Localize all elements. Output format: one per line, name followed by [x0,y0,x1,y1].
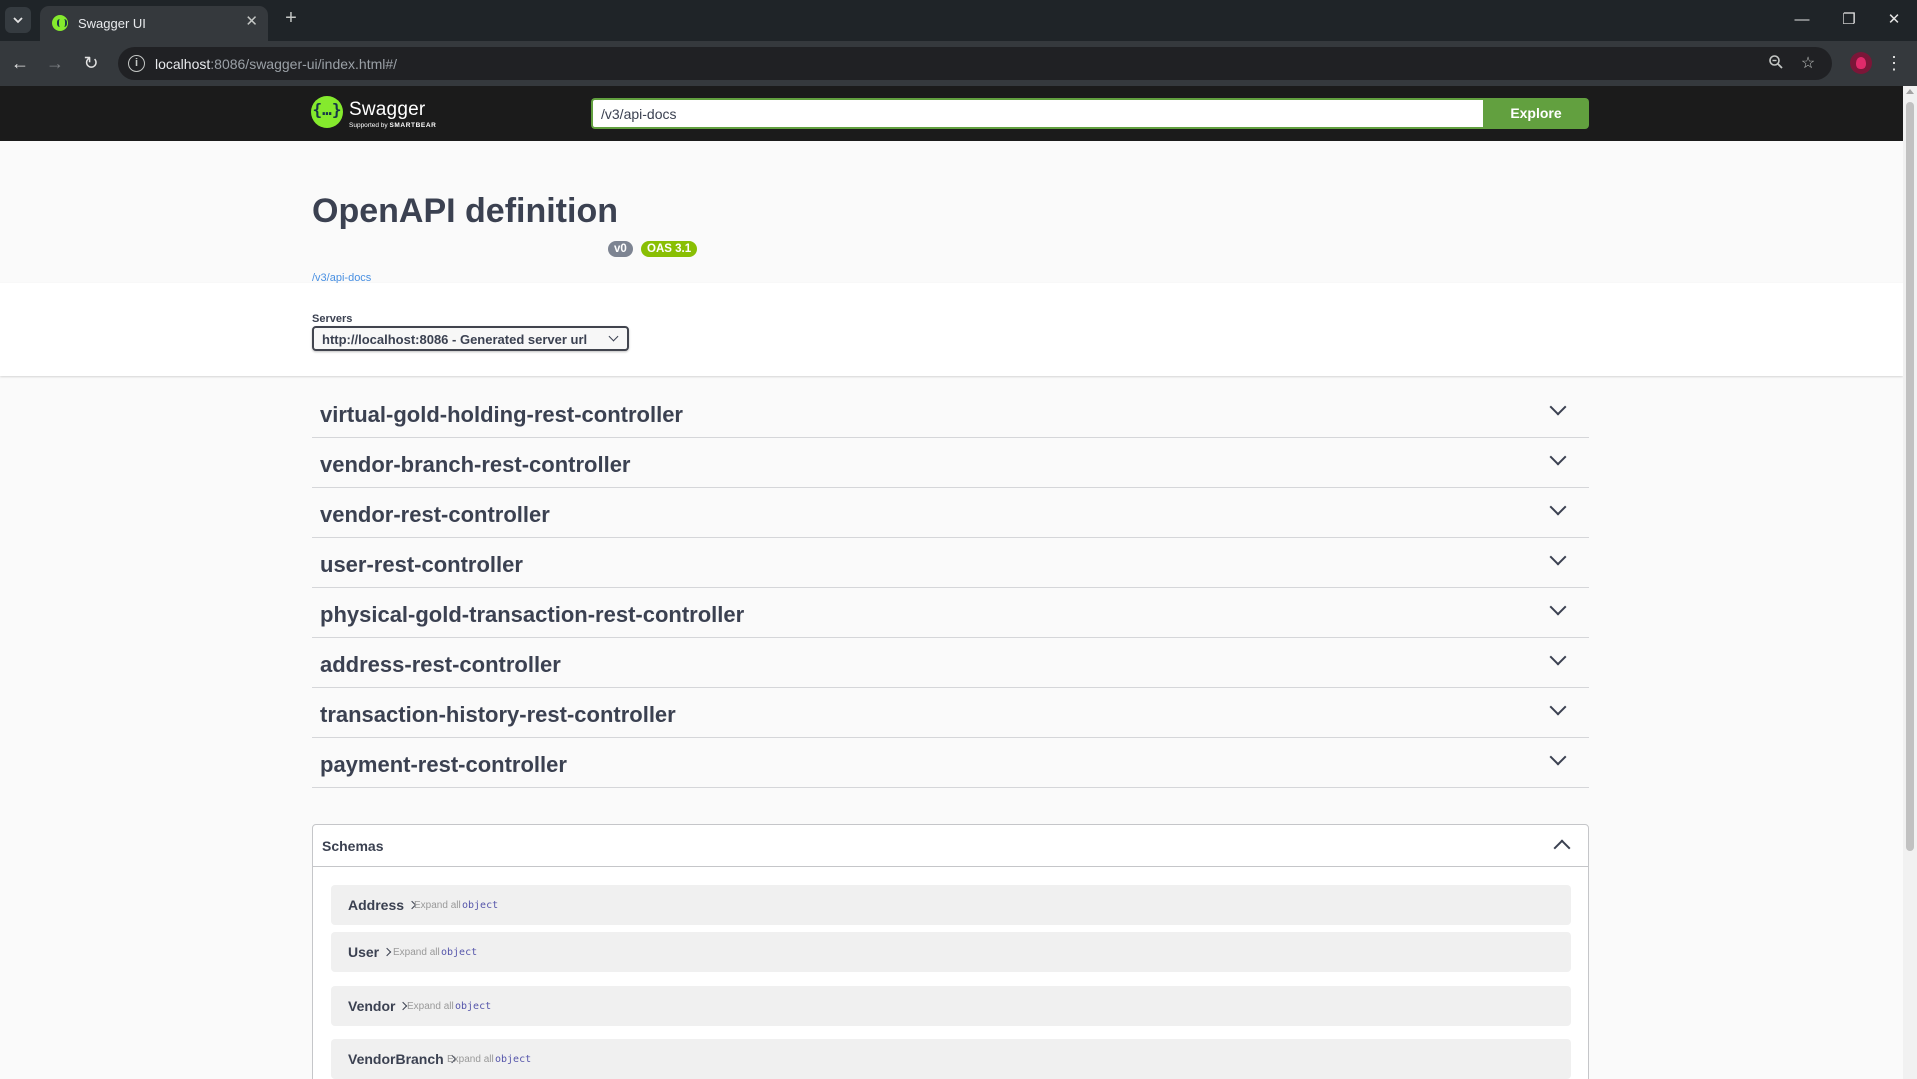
tag-title: physical-gold-transaction-rest-controlle… [320,602,745,627]
tag-transaction-history[interactable]: transaction-history-rest-controller [312,688,1589,738]
chevron-down-icon[interactable] [1549,448,1567,466]
tag-title: user-rest-controller [320,552,523,577]
scroll-thumb[interactable] [1906,102,1914,851]
page-title: OpenAPI definition [312,192,618,230]
chevron-right-icon [382,947,392,957]
chevron-down-icon[interactable] [1549,698,1567,716]
expand-all-button[interactable]: Expand all [414,900,461,911]
page-scrollbar[interactable] [1903,86,1917,1079]
chevron-up-icon[interactable] [1553,839,1571,857]
model-name[interactable]: Address [348,897,417,913]
plus-icon[interactable]: + [280,8,302,30]
arrow-right-icon[interactable]: → [44,52,66,74]
address-bar[interactable]: i localhost:8086/swagger-ui/index.html#/… [118,47,1832,80]
url-text[interactable]: localhost:8086/swagger-ui/index.html#/ [155,56,397,72]
servers-select[interactable]: http://localhost:8086 - Generated server… [312,326,629,351]
tab-search-button[interactable] [5,7,31,33]
tag-title: vendor-rest-controller [320,502,550,527]
expand-all-button[interactable]: Expand all [407,1001,454,1012]
close-icon[interactable]: ✕ [245,14,258,30]
window-close-icon[interactable]: ✕ [1882,8,1906,32]
model-name[interactable]: VendorBranch [348,1051,456,1067]
swagger-topbar: {…} Swagger Supported by SMARTBEAR Explo… [0,86,1903,141]
oas-badge: OAS 3.1 [641,241,698,257]
model-type: object [495,1054,532,1065]
browser-tab[interactable]: Swagger UI ✕ [40,6,268,41]
schemas-section: Schemas Address Expand all object User E… [312,824,1589,1079]
explore-button[interactable]: Explore [1483,98,1589,129]
model-address[interactable]: Address Expand all object [331,885,1571,925]
tag-vendor[interactable]: vendor-rest-controller [312,488,1589,538]
chevron-down-icon[interactable] [1549,648,1567,666]
tag-virtual-gold-holding[interactable]: virtual-gold-holding-rest-controller [312,388,1589,438]
expand-all-button[interactable]: Expand all [447,1054,494,1065]
expand-all-button[interactable]: Expand all [393,947,440,958]
url-path: :8086/swagger-ui/index.html#/ [210,56,398,72]
servers-label: Servers [312,313,353,325]
servers-selected-value: http://localhost:8086 - Generated server… [322,332,588,347]
tag-title: address-rest-controller [320,652,561,677]
schemas-title: Schemas [322,838,384,854]
chevron-down-icon[interactable] [1549,498,1567,516]
chevron-down-icon[interactable] [1549,548,1567,566]
tag-title: vendor-branch-rest-controller [320,452,631,477]
tag-payment[interactable]: payment-rest-controller [312,738,1589,788]
tag-physical-gold-transaction[interactable]: physical-gold-transaction-rest-controlle… [312,588,1589,638]
info-icon[interactable]: i [128,55,145,72]
zoom-icon[interactable] [1766,54,1786,74]
tag-title: transaction-history-rest-controller [320,702,676,727]
page-viewport: {…} Swagger Supported by SMARTBEAR Explo… [0,86,1917,1079]
scroll-up-icon[interactable] [1906,89,1914,94]
spec-url-input[interactable] [591,98,1483,129]
logo-tagline: Supported by SMARTBEAR [349,122,437,129]
chevron-down-icon [13,17,23,24]
schemas-header[interactable]: Schemas [313,825,1588,867]
swagger-logo-icon[interactable]: {…} [311,96,343,128]
kebab-icon[interactable]: ⋮ [1885,52,1903,74]
model-name[interactable]: Vendor [348,998,408,1014]
chevron-down-icon[interactable] [1549,398,1567,416]
model-user[interactable]: User Expand all object [331,932,1571,972]
model-vendor[interactable]: Vendor Expand all object [331,986,1571,1026]
tag-title: payment-rest-controller [320,752,567,777]
model-name[interactable]: User [348,944,392,960]
chevron-down-icon [608,331,619,342]
logo-name: Swagger [349,99,426,120]
profile-avatar[interactable] [1850,52,1872,74]
star-icon[interactable]: ☆ [1798,54,1818,74]
version-badge: v0 [608,241,633,257]
chevron-down-icon[interactable] [1549,748,1567,766]
tab-title: Swagger UI [78,16,146,31]
minimize-icon[interactable]: — [1790,8,1814,32]
model-vendor-branch[interactable]: VendorBranch Expand all object [331,1039,1571,1079]
tag-vendor-branch[interactable]: vendor-branch-rest-controller [312,438,1589,488]
browser-toolbar: ← → ↻ i localhost:8086/swagger-ui/index.… [0,41,1917,86]
tag-address[interactable]: address-rest-controller [312,638,1589,688]
model-type: object [441,947,478,958]
tag-user[interactable]: user-rest-controller [312,538,1589,588]
reload-icon[interactable]: ↻ [80,52,102,74]
servers-section: Servers http://localhost:8086 - Generate… [0,283,1903,376]
url-host: localhost [155,56,211,72]
tag-title: virtual-gold-holding-rest-controller [320,402,683,427]
tab-strip: Swagger UI ✕ + — ❐ ✕ [0,0,1917,41]
model-type: object [462,900,499,911]
browser-window: Swagger UI ✕ + — ❐ ✕ ← → ↻ i localhost:8… [0,0,1917,1079]
chevron-down-icon[interactable] [1549,598,1567,616]
arrow-left-icon[interactable]: ← [9,52,31,74]
model-type: object [455,1001,492,1012]
swagger-favicon-icon [52,15,68,31]
tag-list: virtual-gold-holding-rest-controller ven… [312,388,1589,788]
restore-icon[interactable]: ❐ [1837,8,1861,32]
